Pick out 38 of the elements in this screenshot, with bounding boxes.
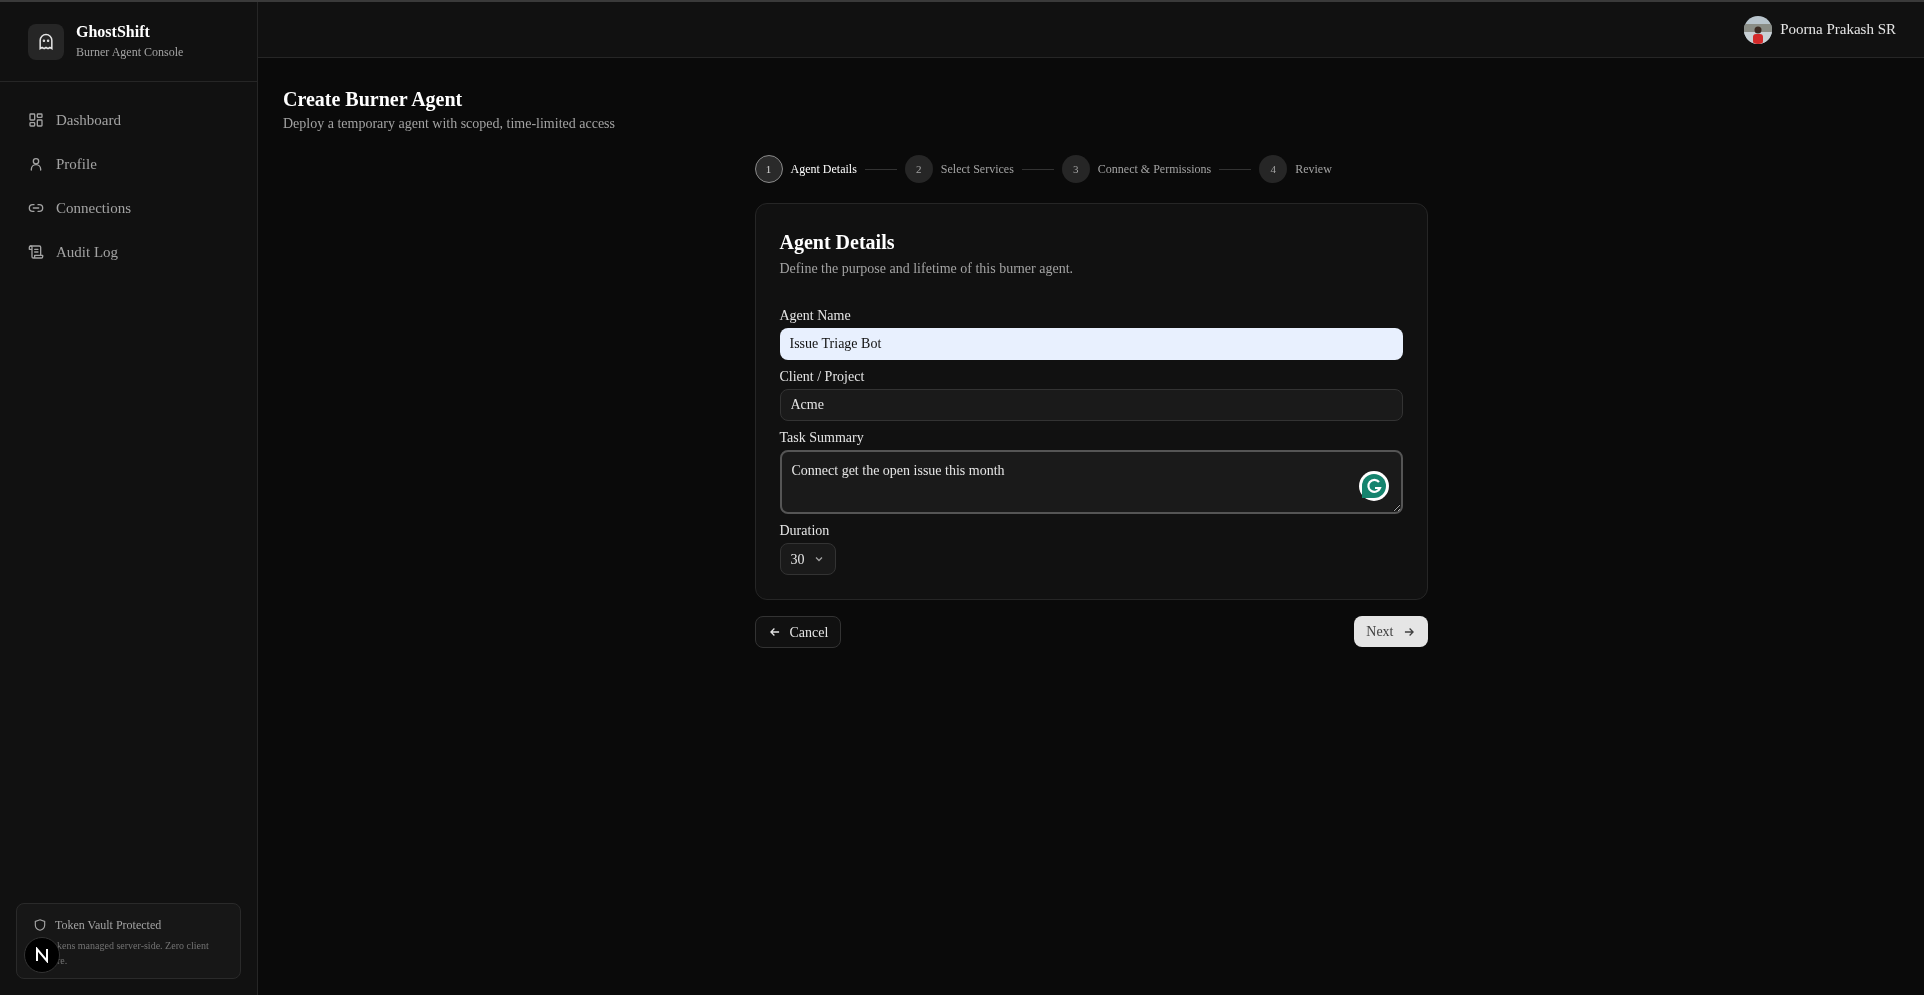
vault-text: re. [57,954,69,968]
app-subtitle: Burner Agent Console [76,43,184,61]
shield-icon [33,918,47,932]
page-subtitle: Deploy a temporary agent with scoped, time-limited access [283,115,616,133]
field-label: Client / Project [779,368,866,386]
step-label: Select Services [940,161,1014,178]
step-number: 4 [1259,155,1288,183]
user-icon [28,156,44,172]
app-title: GhostShift [76,21,151,42]
dashboard-icon [28,112,44,128]
nav-item[interactable]: Dashboard [16,102,241,138]
ghost-logo [28,23,64,60]
user-name[interactable]: Poorna Prakash SR [1780,18,1896,41]
arrow-left-icon [767,625,782,639]
next-button[interactable]: Next [1354,616,1428,647]
field-label: Task Summary [779,429,865,447]
step-number: 1 [754,155,783,183]
cancel-button[interactable]: Cancel [754,616,842,648]
vault-text: kens managed server-side. Zero client [57,939,210,953]
nav-item[interactable]: Profile [16,146,241,182]
step-label: Connect & Permissions [1097,161,1212,178]
page-title: Create Burner Agent [283,87,464,113]
card-title: Agent Details [779,230,896,254]
step-number: 2 [904,155,933,183]
step-label: Agent Details [790,161,857,178]
step-number: 3 [1061,155,1090,183]
card-subtitle: Define the purpose and lifetime of this burner agent. [779,260,1074,278]
field-label: Agent Name [779,307,852,325]
text-field[interactable]: Issue Triage Bot [779,328,1403,360]
scroll-icon [28,244,44,260]
text-area[interactable]: Connect get the open issue this month [779,450,1403,514]
duration-select[interactable]: 30 [779,543,836,575]
nav-item[interactable]: Audit Log [16,234,241,270]
step-label: Review [1295,161,1332,178]
field-label: Duration [779,522,831,540]
vault-title: Token Vault Protected [55,917,162,934]
nav-item[interactable]: Connections [16,190,241,226]
text-field[interactable]: Acme [779,389,1403,421]
